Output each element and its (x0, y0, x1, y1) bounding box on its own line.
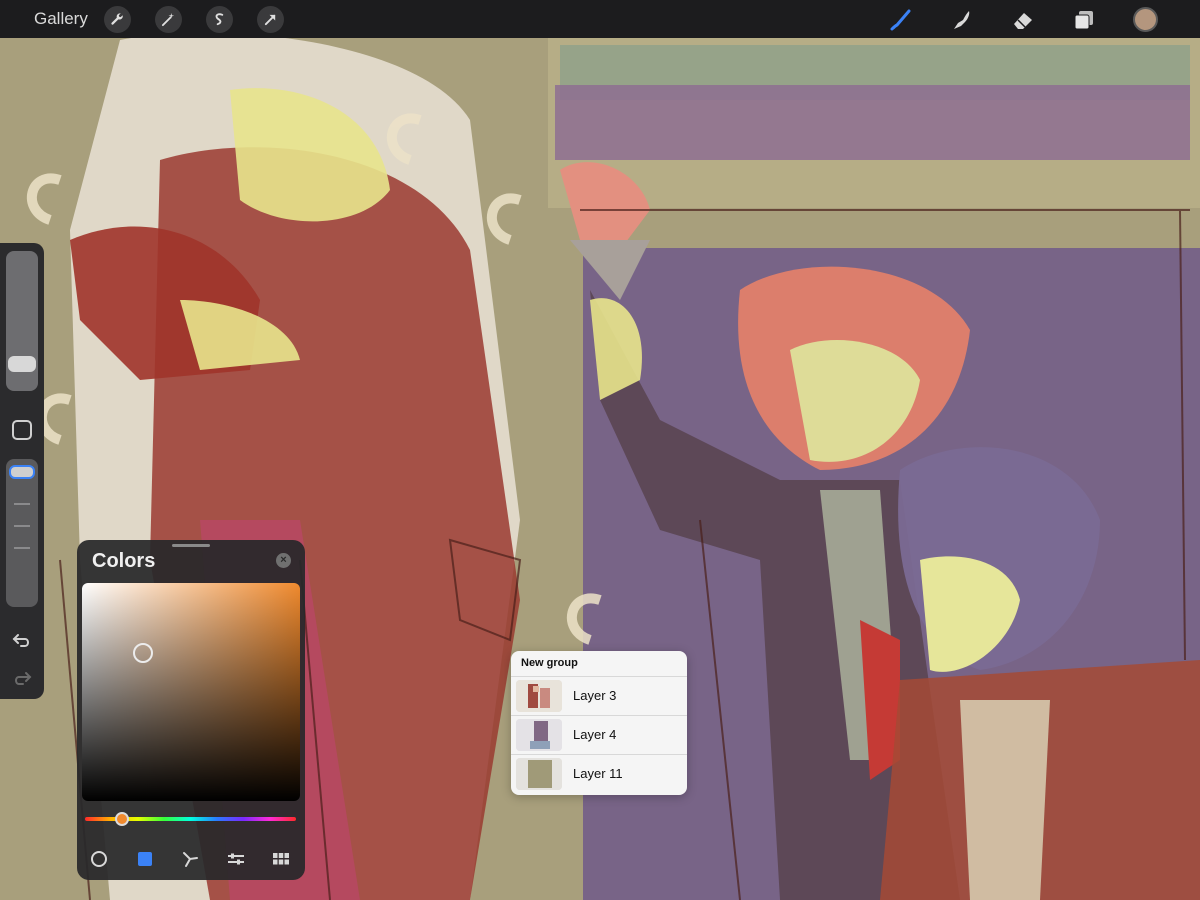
layer-row[interactable]: Layer 4 (511, 715, 687, 754)
eraser-tool-button[interactable] (1009, 6, 1037, 34)
actions-wrench-button[interactable] (104, 6, 131, 33)
redo-icon (15, 672, 32, 685)
top-toolbar: Gallery (0, 0, 1200, 38)
smudge-tool-button[interactable] (947, 6, 975, 34)
layer-name: Layer 4 (573, 727, 617, 742)
eraser-icon (1014, 13, 1032, 29)
modify-square-icon[interactable] (12, 420, 32, 440)
layer-row[interactable]: Layer 11 (511, 754, 687, 793)
brush-icon (890, 9, 911, 31)
wrench-icon (111, 13, 123, 25)
redo-button[interactable] (11, 667, 33, 689)
gallery-button[interactable]: Gallery (34, 9, 88, 29)
brush-size-thumb[interactable] (8, 356, 36, 372)
procreate-app: Gallery Colors × New group Layer 3 Layer… (0, 0, 1200, 900)
saturation-brightness-square[interactable] (82, 583, 300, 801)
new-group-button[interactable]: New group (521, 657, 578, 669)
magic-wand-icon (161, 12, 175, 27)
palettes-mode-icon (273, 853, 289, 865)
brush-opacity-thumb[interactable] (9, 465, 35, 479)
layers-button[interactable] (1070, 6, 1098, 34)
color-swatch-button[interactable] (1133, 7, 1158, 32)
selection-icon (215, 13, 224, 26)
layer-thumbnail (516, 680, 562, 712)
adjustments-button[interactable] (155, 6, 182, 33)
layer-group-popup: New group Layer 3 Layer 4 Layer 11 (511, 651, 687, 795)
layer-name: Layer 3 (573, 688, 617, 703)
selection-button[interactable] (206, 6, 233, 33)
close-icon[interactable]: × (276, 553, 291, 568)
harmony-mode-icon (183, 852, 198, 867)
colors-panel-title: Colors (92, 550, 156, 572)
brush-tool-button[interactable] (886, 6, 914, 34)
palettes-mode-button[interactable] (270, 848, 292, 870)
panel-grabber[interactable] (172, 544, 210, 547)
classic-mode-button[interactable] (134, 848, 156, 870)
left-sidebar (0, 243, 44, 699)
transform-button[interactable] (257, 6, 284, 33)
layer-row[interactable]: Layer 3 (511, 676, 687, 715)
opacity-tick (14, 525, 30, 527)
brush-size-slider[interactable] (6, 251, 38, 391)
layer-thumbnail (516, 719, 562, 751)
undo-icon (12, 634, 29, 647)
classic-mode-icon (138, 852, 152, 866)
transform-arrow-icon (264, 14, 276, 26)
opacity-tick (14, 503, 30, 505)
value-mode-icon (228, 853, 244, 865)
hue-slider-thumb[interactable] (115, 812, 129, 826)
layer-thumbnail (516, 758, 562, 790)
layers-icon (1074, 11, 1093, 30)
smudge-icon (954, 11, 970, 29)
color-picker-ring[interactable] (133, 643, 153, 663)
brush-opacity-slider[interactable] (6, 459, 38, 607)
value-mode-button[interactable] (225, 848, 247, 870)
opacity-tick (14, 547, 30, 549)
layer-name: Layer 11 (573, 766, 623, 781)
harmony-mode-button[interactable] (180, 848, 202, 870)
undo-button[interactable] (11, 629, 33, 651)
disc-mode-icon (91, 851, 107, 867)
disc-mode-button[interactable] (88, 848, 110, 870)
colors-panel: Colors × (77, 540, 305, 880)
